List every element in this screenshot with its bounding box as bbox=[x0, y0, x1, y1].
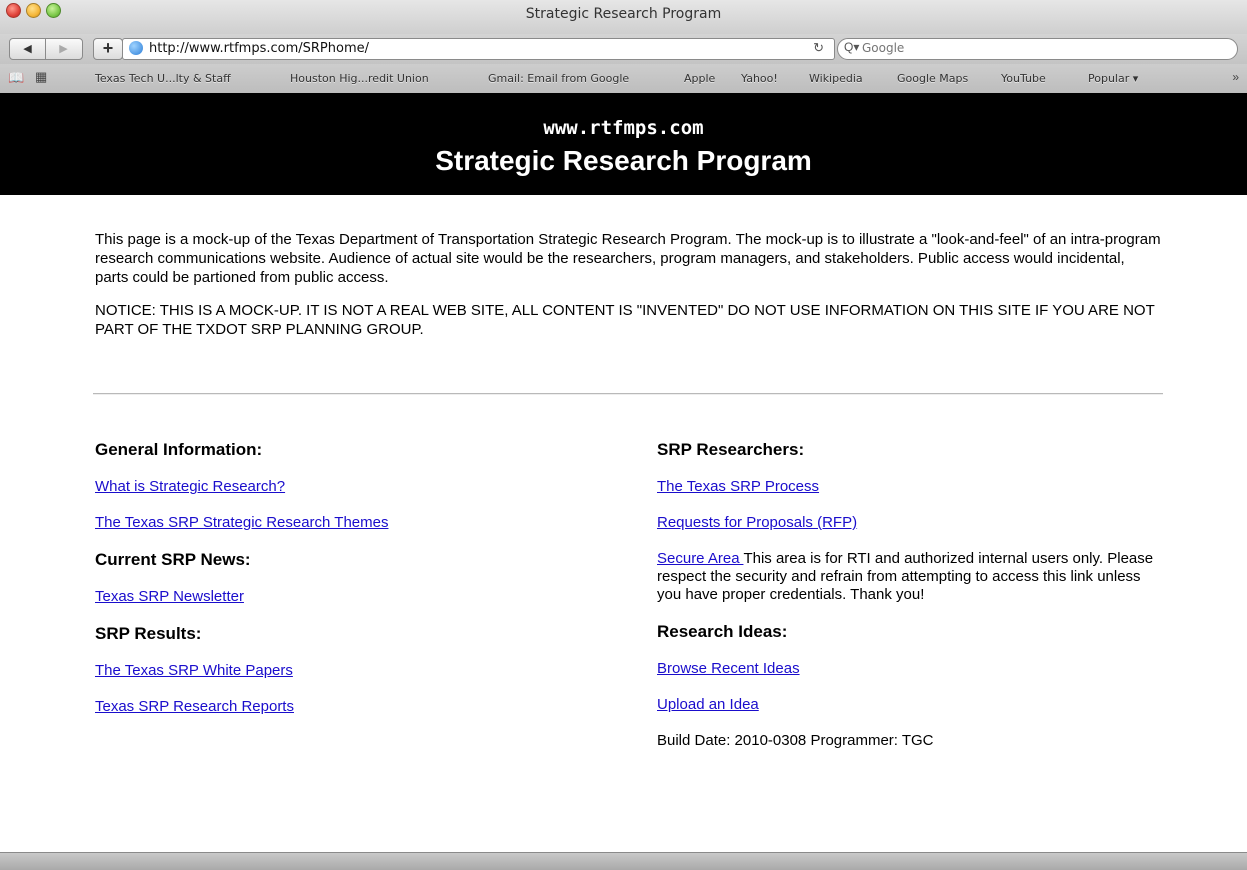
current-news-heading: Current SRP News: bbox=[95, 550, 251, 569]
search-bar[interactable]: Q▾ bbox=[837, 38, 1238, 60]
bookmark-item[interactable]: YouTube bbox=[1001, 72, 1046, 85]
intro-section: This page is a mock-up of the Texas Depa… bbox=[95, 230, 1162, 353]
banner-url: www.rtfmps.com bbox=[543, 117, 704, 139]
right-column: SRP Researchers: The Texas SRP Process R… bbox=[657, 440, 1177, 750]
bookmark-item[interactable]: Houston Hig...redit Union bbox=[290, 72, 429, 85]
notice-paragraph: NOTICE: THIS IS A MOCK-UP. IT IS NOT A R… bbox=[95, 302, 1155, 338]
reload-icon[interactable]: ↻ bbox=[813, 40, 824, 56]
bookmarks-bar: 📖 ▦ Texas Tech U...lty & Staff Houston H… bbox=[0, 64, 1247, 94]
secure-area-link[interactable]: Secure Area bbox=[657, 550, 743, 567]
upload-idea-link[interactable]: Upload an Idea bbox=[657, 696, 1177, 714]
window-title: Strategic Research Program bbox=[525, 6, 722, 22]
url-text[interactable]: http://www.rtfmps.com/SRPhome/ bbox=[149, 41, 369, 56]
research-ideas-heading: Research Ideas: bbox=[657, 622, 788, 641]
bookmarks-book-icon[interactable]: 📖 bbox=[8, 70, 24, 86]
navigation-buttons: ◀ ▶ bbox=[9, 38, 83, 60]
bookmark-item[interactable]: Wikipedia bbox=[809, 72, 863, 85]
research-themes-link[interactable]: The Texas SRP Strategic Research Themes bbox=[95, 514, 595, 532]
forward-button[interactable]: ▶ bbox=[46, 39, 81, 59]
back-button[interactable]: ◀ bbox=[10, 39, 45, 59]
bookmark-item[interactable]: Texas Tech U...lty & Staff bbox=[95, 72, 231, 85]
title-bar: Strategic Research Program bbox=[0, 0, 1247, 34]
build-info: Build Date: 2010-0308 Programmer: TGC bbox=[657, 732, 934, 749]
address-bar[interactable]: http://www.rtfmps.com/SRPhome/ ↻ bbox=[122, 38, 835, 60]
bookmark-item[interactable]: Gmail: Email from Google bbox=[488, 72, 629, 85]
globe-icon bbox=[129, 41, 143, 55]
general-information-heading: General Information: bbox=[95, 440, 263, 459]
bookmark-item[interactable]: Yahoo! bbox=[741, 72, 778, 85]
browse-recent-ideas-link[interactable]: Browse Recent Ideas bbox=[657, 660, 1177, 678]
site-banner: www.rtfmps.com Strategic Research Progra… bbox=[0, 93, 1247, 195]
rfp-link[interactable]: Requests for Proposals (RFP) bbox=[657, 514, 1177, 532]
left-column: General Information: What is Strategic R… bbox=[95, 440, 595, 734]
secure-area-block: Secure Area This area is for RTI and aut… bbox=[657, 550, 1157, 604]
banner-title: Strategic Research Program bbox=[435, 145, 812, 176]
white-papers-link[interactable]: The Texas SRP White Papers bbox=[95, 662, 595, 680]
divider bbox=[93, 393, 1163, 395]
bookmark-item[interactable]: Google Maps bbox=[897, 72, 968, 85]
top-sites-grid-icon[interactable]: ▦ bbox=[35, 69, 47, 85]
add-bookmark-button[interactable]: + bbox=[93, 38, 123, 60]
srp-process-link[interactable]: The Texas SRP Process bbox=[657, 478, 1177, 496]
bookmark-item[interactable]: Popular ▾ bbox=[1088, 72, 1138, 85]
more-bookmarks-icon[interactable]: » bbox=[1232, 70, 1239, 84]
search-icon[interactable]: Q▾ bbox=[844, 40, 859, 54]
research-reports-link[interactable]: Texas SRP Research Reports bbox=[95, 698, 595, 716]
what-is-strategic-research-link[interactable]: What is Strategic Research? bbox=[95, 478, 595, 496]
browser-toolbar: ◀ ▶ + http://www.rtfmps.com/SRPhome/ ↻ Q… bbox=[0, 34, 1247, 64]
bookmark-item[interactable]: Apple bbox=[684, 72, 715, 85]
status-bar bbox=[0, 852, 1247, 870]
srp-researchers-heading: SRP Researchers: bbox=[657, 440, 805, 459]
search-input[interactable] bbox=[860, 40, 1224, 56]
srp-results-heading: SRP Results: bbox=[95, 624, 202, 643]
newsletter-link[interactable]: Texas SRP Newsletter bbox=[95, 588, 595, 606]
intro-paragraph: This page is a mock-up of the Texas Depa… bbox=[95, 231, 1161, 286]
